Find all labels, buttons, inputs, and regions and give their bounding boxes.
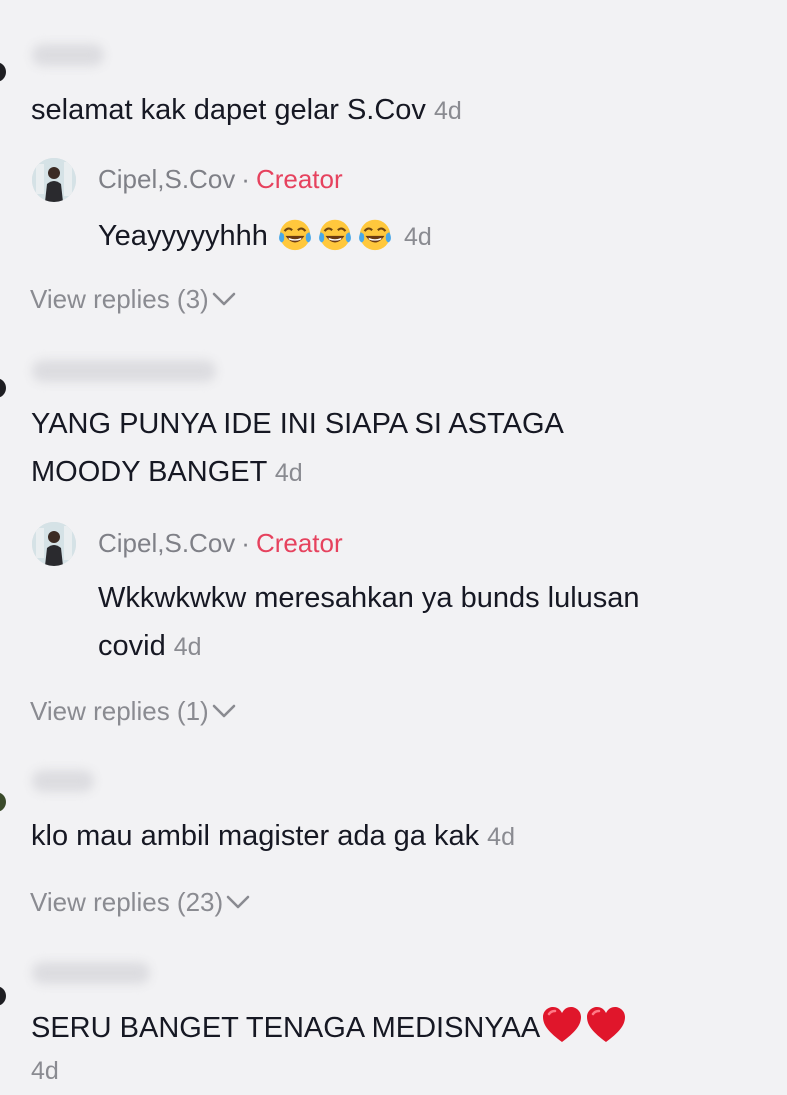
creator-avatar[interactable] <box>32 158 76 202</box>
reply-time: 4d <box>173 633 202 661</box>
view-replies-button[interactable]: View replies (23) <box>30 885 251 919</box>
red-heart-emoji <box>587 1007 626 1042</box>
commenter-name-blurred[interactable] <box>32 360 216 382</box>
creator-avatar[interactable] <box>32 522 76 566</box>
comment-text[interactable]: klo mau ambil magister ada ga kak 4d <box>31 812 515 861</box>
reply-header: Cipel,S.Cov · Creator <box>98 162 343 196</box>
reply-body-line2: covid <box>98 630 166 662</box>
comment-body-line2: MOODY BANGET <box>31 456 267 488</box>
chevron-down-icon <box>212 704 236 718</box>
comment-text[interactable]: selamat kak dapet gelar S.Cov 4d <box>31 86 462 135</box>
separator-dot: · <box>241 528 250 558</box>
comment-time: 4d <box>487 823 515 851</box>
reply-body: Yeayyyyyhhh <box>98 220 268 252</box>
commenter-avatar[interactable] <box>0 792 6 812</box>
commenter-name-blurred[interactable] <box>32 962 150 984</box>
comment-time: 4d <box>31 1057 59 1085</box>
comment-body: SERU BANGET TENAGA MEDISNYAA <box>31 1012 541 1044</box>
reply-header: Cipel,S.Cov · Creator <box>98 526 343 560</box>
commenter-avatar[interactable] <box>0 378 6 398</box>
tears-of-joy-emoji <box>358 219 391 251</box>
comment-body: klo mau ambil magister ada ga kak <box>31 820 480 852</box>
reply-time: 4d <box>403 223 432 251</box>
reply-body-line1: Wkkwkwkw meresahkan ya bunds lulusan <box>98 582 640 614</box>
view-replies-button[interactable]: View replies (1) <box>30 694 237 728</box>
view-replies-label: View replies (3) <box>30 284 209 314</box>
comment-text[interactable]: YANG PUNYA IDE INI SIAPA SI ASTAGA MOODY… <box>31 400 564 497</box>
commenter-name-blurred[interactable] <box>32 770 94 792</box>
commenter-avatar[interactable] <box>0 62 6 82</box>
tears-of-joy-emoji <box>318 219 351 251</box>
commenter-name-blurred[interactable] <box>32 44 104 66</box>
comment-body-line1: YANG PUNYA IDE INI SIAPA SI ASTAGA <box>31 408 564 440</box>
comment-time: 4d <box>434 97 462 125</box>
separator-dot: · <box>241 164 250 194</box>
chevron-down-icon <box>212 292 236 306</box>
tears-of-joy-emoji <box>278 219 311 251</box>
comment-text[interactable]: SERU BANGET TENAGA MEDISNYAA 4d <box>31 1004 628 1095</box>
reply-author[interactable]: Cipel,S.Cov <box>98 528 235 558</box>
commenter-avatar[interactable] <box>0 986 6 1006</box>
view-replies-label: View replies (23) <box>30 887 224 917</box>
reply-text[interactable]: Yeayyyyyhhh 4d <box>98 212 432 261</box>
view-replies-label: View replies (1) <box>30 696 209 726</box>
comment-time: 4d <box>274 459 303 487</box>
chevron-down-icon <box>226 895 250 909</box>
creator-badge: Creator <box>255 164 343 194</box>
red-heart-emoji <box>543 1007 582 1042</box>
creator-badge: Creator <box>255 528 343 558</box>
reply-text[interactable]: Wkkwkwkw meresahkan ya bunds lulusan cov… <box>98 574 640 671</box>
view-replies-button[interactable]: View replies (3) <box>30 282 237 316</box>
reply-author[interactable]: Cipel,S.Cov <box>98 164 235 194</box>
comment-body: selamat kak dapet gelar S.Cov <box>31 94 426 126</box>
